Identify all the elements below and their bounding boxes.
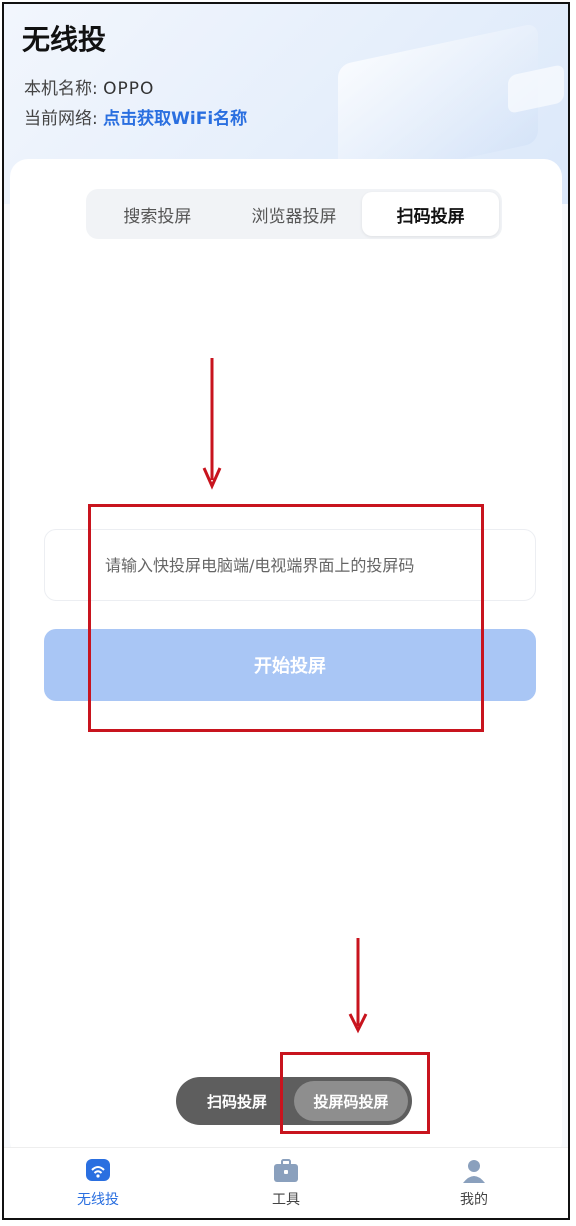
annotation-highlight-box	[88, 504, 484, 732]
annotation-arrow-down-icon-2	[348, 938, 368, 1034]
device-name-label: 本机名称:	[24, 79, 98, 99]
nav-label-mine: 我的	[460, 1192, 488, 1208]
nav-item-wireless[interactable]: 无线投	[4, 1148, 192, 1218]
tab-browser-cast[interactable]: 浏览器投屏	[226, 192, 363, 236]
get-wifi-name-link[interactable]: 点击获取WiFi名称	[103, 109, 247, 129]
network-label: 当前网络:	[24, 109, 98, 129]
nav-label-wireless: 无线投	[77, 1192, 119, 1208]
user-icon	[463, 1160, 485, 1183]
annotation-arrow-down-icon	[202, 358, 222, 490]
app-screen: 无线投 本机名称: OPPO 当前网络: 点击获取WiFi名称 搜索投屏 浏览器…	[2, 2, 570, 1220]
wifi-cast-icon	[86, 1159, 110, 1181]
nav-item-tools[interactable]: 工具	[192, 1148, 380, 1218]
nav-label-tools: 工具	[272, 1192, 300, 1208]
cast-mode-tabs: 搜索投屏 浏览器投屏 扫码投屏	[86, 189, 502, 239]
annotation-highlight-box-2	[280, 1052, 430, 1134]
tab-scan-cast[interactable]: 扫码投屏	[362, 192, 500, 236]
toolbox-icon	[274, 1159, 298, 1182]
nav-item-mine[interactable]: 我的	[380, 1148, 568, 1218]
tab-search-cast[interactable]: 搜索投屏	[89, 192, 226, 236]
toggle-scan-cast[interactable]: 扫码投屏	[180, 1081, 294, 1121]
bottom-nav: 无线投 工具 我的	[4, 1147, 568, 1218]
device-name-row: 本机名称: OPPO	[24, 74, 154, 99]
network-row: 当前网络: 点击获取WiFi名称	[24, 104, 247, 129]
app-title: 无线投	[22, 23, 107, 56]
device-name-value: OPPO	[103, 79, 155, 99]
